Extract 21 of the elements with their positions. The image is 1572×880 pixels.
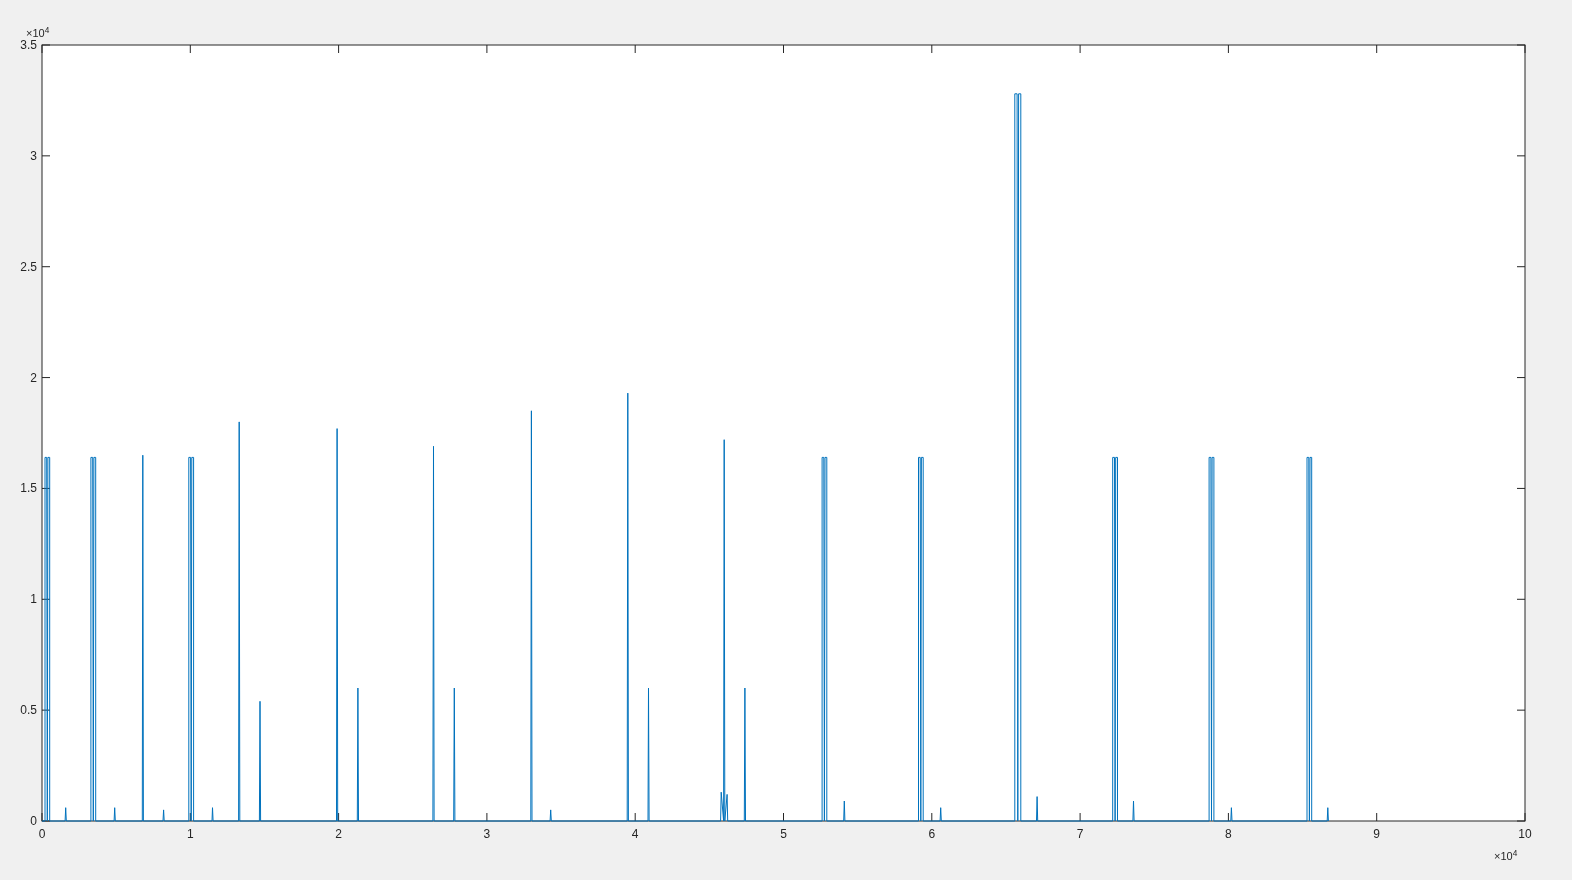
x-tick-label: 7	[1076, 827, 1084, 841]
x-tick-label: 2	[335, 827, 342, 841]
x-tick-label: 5	[780, 827, 787, 841]
x-tick-label: 10	[1518, 827, 1532, 841]
y-tick-label: 0	[30, 814, 37, 828]
x-axis-exponent: ×10$^{4}$	[1494, 851, 1518, 862]
y-tick-label: 3	[30, 148, 37, 163]
y-axis-exponent: ×10$^{4}$	[26, 28, 50, 39]
x-tick-label: 0	[38, 827, 46, 841]
x-tick-label: 4	[631, 827, 639, 841]
y-tick-label: 3.5	[20, 38, 37, 52]
x-tick-label: 9	[1373, 827, 1381, 841]
y-tick-label: 0.5	[20, 703, 37, 718]
x-tick-label: 8	[1225, 827, 1232, 841]
y-tick-label: 1.5	[20, 481, 37, 496]
y-tick-label: 2.5	[20, 259, 37, 274]
y-tick-label: 1	[30, 592, 37, 607]
x-tick-label: 6	[928, 827, 936, 841]
x-tick-label: 1	[186, 827, 194, 841]
x-tick-label: 3	[483, 827, 491, 841]
y-tick-label: 2	[30, 370, 37, 385]
